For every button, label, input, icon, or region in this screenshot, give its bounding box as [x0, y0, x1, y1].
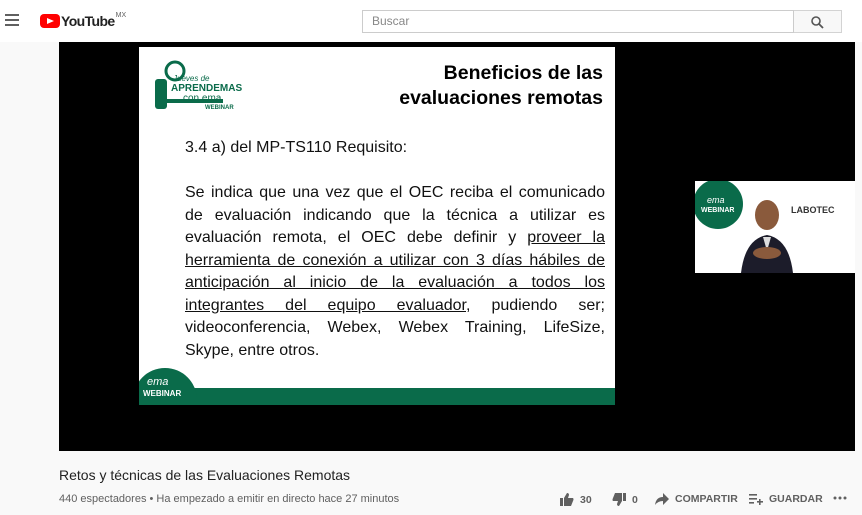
- search-input[interactable]: Buscar: [362, 10, 794, 33]
- labotec-logo: LABOTEC: [791, 205, 835, 215]
- jueves-aprendemas-logo: Jueves de APRENDEMAS con ema WEBINAR: [155, 60, 242, 111]
- youtube-logo[interactable]: YouTube MX: [40, 11, 127, 29]
- dislike-count: 0: [632, 493, 638, 506]
- ema-webinar-badge: ema WEBINAR: [139, 368, 197, 405]
- cam-badge-webinar: WEBINAR: [701, 207, 735, 214]
- badge-ema: ema: [147, 376, 169, 388]
- video-player[interactable]: Jueves de APRENDEMAS con ema WEBINAR Ben…: [59, 42, 855, 451]
- thumbs-up-icon: [560, 493, 574, 506]
- top-bar: YouTube MX Buscar: [0, 0, 862, 42]
- more-actions-button[interactable]: [833, 496, 853, 500]
- more-icon: [833, 496, 847, 500]
- country-code: MX: [115, 11, 127, 19]
- save-label: GUARDAR: [769, 493, 823, 505]
- presenter-camera: ema WEBINAR LABOTEC: [695, 181, 855, 273]
- youtube-play-icon: [40, 14, 60, 28]
- logo-wordmark: YouTube: [61, 13, 115, 29]
- cam-badge-ema: ema: [707, 195, 725, 205]
- share-icon: [655, 493, 669, 505]
- menu-icon[interactable]: [5, 14, 19, 26]
- slide-title: Beneficios de las evaluaciones remotas: [323, 61, 603, 111]
- search-button[interactable]: [794, 10, 842, 33]
- search-icon: [811, 16, 824, 29]
- like-button[interactable]: 30: [560, 493, 592, 506]
- svg-text:con ema: con ema: [183, 93, 222, 104]
- dislike-button[interactable]: 0: [612, 493, 638, 506]
- badge-webinar: WEBINAR: [143, 389, 182, 398]
- slide-title-line1: Beneficios de las: [443, 62, 603, 84]
- video-actions: 30 0 COMPARTIR GUARDAR: [560, 493, 860, 509]
- video-meta: 440 espectadores • Ha empezado a emitir …: [59, 493, 400, 505]
- presenter-figure: [741, 200, 793, 273]
- playlist-add-icon: [749, 494, 763, 505]
- search-placeholder: Buscar: [372, 14, 410, 28]
- share-button[interactable]: COMPARTIR: [655, 493, 738, 505]
- video-title: Retos y técnicas de las Evaluaciones Rem…: [59, 467, 351, 483]
- thumbs-down-icon: [612, 493, 626, 506]
- slide-footer-bar: [189, 388, 615, 405]
- like-count: 30: [580, 493, 592, 506]
- slide-requirement: 3.4 a) del MP-TS110 Requisito:: [185, 139, 408, 156]
- presentation-slide: Jueves de APRENDEMAS con ema WEBINAR Ben…: [139, 47, 615, 405]
- save-button[interactable]: GUARDAR: [749, 493, 823, 505]
- svg-text:Jueves de: Jueves de: [172, 74, 210, 83]
- slide-body: Se indica que una vez que el OEC reciba …: [185, 182, 605, 362]
- svg-text:WEBINAR: WEBINAR: [205, 105, 234, 111]
- share-label: COMPARTIR: [675, 493, 738, 505]
- slide-title-line2: evaluaciones remotas: [399, 87, 603, 109]
